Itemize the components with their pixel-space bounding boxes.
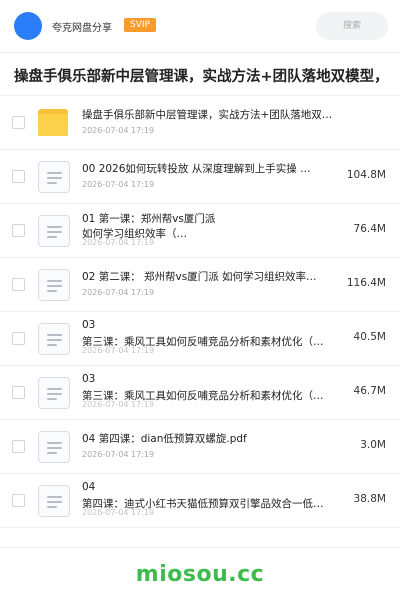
- footer-divider: [0, 547, 400, 548]
- file-size: 76.4M: [353, 223, 386, 235]
- file-name-line2: 第四课：迪式小红书天猫低预算双引擎品效合一低…: [82, 498, 324, 510]
- file-date: 2026-07-04 17:19: [82, 288, 155, 297]
- row-checkbox[interactable]: [12, 440, 25, 453]
- document-icon: [38, 269, 70, 301]
- brand-watermark: miosou.cc: [135, 562, 265, 587]
- file-name: 03: [82, 373, 96, 385]
- file-name: 01 第一课：郑州帮vs厦门派: [82, 213, 216, 225]
- row-checkbox[interactable]: [12, 116, 25, 129]
- file-size: 46.7M: [353, 385, 386, 397]
- file-name: 02 第二课： 郑州帮vs厦门派 如何学习组织效率…: [82, 271, 317, 283]
- document-icon: [38, 485, 70, 517]
- row-checkbox[interactable]: [12, 224, 25, 237]
- svip-badge: SVIP: [124, 18, 156, 32]
- header: 夸克网盘分享 SVIP 搜索: [0, 0, 400, 52]
- file-name: 00 2026如何玩转投放 从深度理解到上手实操 …: [82, 163, 311, 175]
- file-row[interactable]: 2026-07-04 17:19 操盘手俱乐部新中层管理课，实战方法+团队落地双模…: [0, 96, 400, 150]
- file-row[interactable]: 2026-07-04 17:19 00 2026如何玩转投放 从深度理解到上手实操…: [0, 150, 400, 204]
- file-name: 04 第四课：dian低预算双螺旋.pdf: [82, 433, 247, 445]
- document-icon: [38, 377, 70, 409]
- share-title-bar: 操盘手俱乐部新中层管理课，实战方法+团队落地双模型，: [0, 52, 400, 96]
- document-icon: [38, 161, 70, 193]
- avatar[interactable]: [14, 12, 42, 40]
- file-name: 操盘手俱乐部新中层管理课，实战方法+团队落地双模型…: [82, 109, 340, 121]
- username: 夸克网盘分享: [52, 23, 112, 34]
- file-name: 03: [82, 319, 96, 331]
- row-checkbox[interactable]: [12, 494, 25, 507]
- file-row[interactable]: 2026-07-04 17:19 04 第四课：迪式小红书天猫低预算双引擎品效合一低…: [0, 474, 400, 528]
- file-row[interactable]: 2026-07-04 17:19 03 第三课：乘风工具如何反哺竞品分析和素材优化（…: [0, 312, 400, 366]
- file-row[interactable]: 2026-07-04 17:19 01 第一课：郑州帮vs厦门派 如何学习组织效率（…: [0, 204, 400, 258]
- file-size: 3.0M: [360, 439, 386, 451]
- file-name-line2: 如何学习组织效率（…: [82, 228, 187, 240]
- document-icon: [38, 215, 70, 247]
- row-checkbox[interactable]: [12, 332, 25, 345]
- file-row[interactable]: 2026-07-04 17:19 03 第三课：乘风工具如何反哺竞品分析和素材优化（…: [0, 366, 400, 420]
- file-row[interactable]: 2026-07-04 17:19 02 第二课： 郑州帮vs厦门派 如何学习组织效…: [0, 258, 400, 312]
- row-checkbox[interactable]: [12, 170, 25, 183]
- folder-icon: [38, 109, 68, 136]
- search-button[interactable]: 搜索: [316, 12, 388, 40]
- file-name-line2: 第三课：乘风工具如何反哺竞品分析和素材优化（…: [82, 390, 324, 402]
- share-title: 操盘手俱乐部新中层管理课，实战方法+团队落地双模型，: [14, 69, 389, 85]
- file-date: 2026-07-04 17:19: [82, 126, 155, 135]
- file-date: 2026-07-04 17:19: [82, 450, 155, 459]
- file-size: 38.8M: [353, 493, 386, 505]
- file-size: 104.8M: [346, 169, 386, 181]
- document-icon: [38, 431, 70, 463]
- row-checkbox[interactable]: [12, 278, 25, 291]
- file-name: 04: [82, 481, 96, 493]
- file-date: 2026-07-04 17:19: [82, 180, 155, 189]
- file-name-line2: 第三课：乘风工具如何反哺竞品分析和素材优化（…: [82, 336, 324, 348]
- document-icon: [38, 323, 70, 355]
- row-checkbox[interactable]: [12, 386, 25, 399]
- file-row[interactable]: 2026-07-04 17:19 04 第四课：dian低预算双螺旋.pdf 3.0…: [0, 420, 400, 474]
- file-list: 2026-07-04 17:19 操盘手俱乐部新中层管理课，实战方法+团队落地双模…: [0, 96, 400, 528]
- file-size: 40.5M: [353, 331, 386, 343]
- file-size: 116.4M: [346, 277, 386, 289]
